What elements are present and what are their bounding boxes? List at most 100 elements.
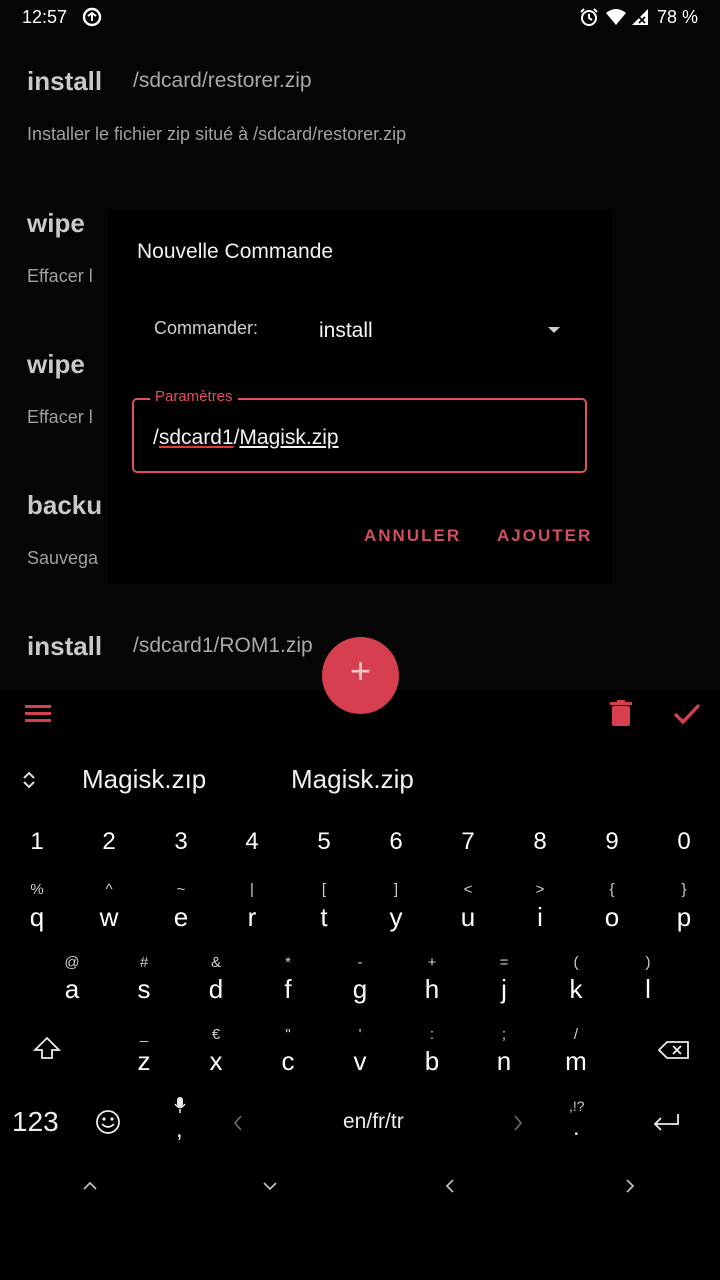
cancel-button[interactable]: ANNULER — [364, 526, 461, 546]
status-time: 12:57 — [22, 7, 68, 27]
key-2[interactable]: 2 — [79, 828, 139, 856]
key-i[interactable]: i — [510, 902, 570, 933]
key-8[interactable]: 8 — [510, 828, 570, 856]
key-k[interactable]: k — [546, 974, 606, 1005]
comma-key[interactable]: , — [176, 1116, 183, 1144]
nav-forward-icon[interactable] — [620, 1176, 640, 1196]
shift-icon[interactable] — [33, 1036, 61, 1060]
key-5[interactable]: 5 — [294, 828, 354, 856]
key-hint: { — [609, 881, 615, 898]
add-button[interactable]: AJOUTER — [497, 526, 592, 546]
key-hint: ; — [501, 1026, 507, 1043]
list-item-command[interactable]: install — [27, 631, 102, 662]
symbols-key[interactable]: 123 — [12, 1106, 59, 1138]
key-hint: = — [499, 954, 509, 971]
wifi-icon — [606, 9, 626, 25]
key-n[interactable]: n — [474, 1046, 534, 1077]
suggestion-2[interactable]: Magisk.zip — [291, 764, 414, 795]
key-hint: € — [211, 1026, 221, 1043]
key-7[interactable]: 7 — [438, 828, 498, 856]
key-hint: + — [427, 954, 437, 971]
cursor-right-icon[interactable] — [512, 1114, 524, 1132]
key-hint: < — [463, 881, 473, 898]
key-y[interactable]: y — [366, 902, 426, 933]
vpn-icon — [82, 7, 102, 27]
emoji-icon[interactable] — [95, 1109, 121, 1135]
list-item-command[interactable]: wipe — [27, 349, 85, 380]
key-e[interactable]: e — [151, 902, 211, 933]
nav-back-icon[interactable] — [440, 1176, 460, 1196]
key-h[interactable]: h — [402, 974, 462, 1005]
key-1[interactable]: 1 — [7, 828, 67, 856]
hide-keyboard-icon[interactable] — [260, 1176, 280, 1196]
list-item-param[interactable]: /sdcard/restorer.zip — [133, 69, 312, 93]
battery-level: 78 % — [656, 7, 698, 27]
key-z[interactable]: z — [114, 1046, 174, 1077]
plus-icon: + — [349, 650, 372, 691]
signal-icon — [632, 9, 648, 25]
key-hint: * — [285, 954, 291, 971]
key-a[interactable]: a — [42, 974, 102, 1005]
list-item-description: Effacer l — [27, 266, 93, 286]
key-r[interactable]: r — [222, 902, 282, 933]
expand-suggestions-icon[interactable] — [21, 770, 37, 790]
dropdown-arrow-icon — [548, 327, 560, 333]
period-hint: ,!? — [569, 1098, 585, 1114]
key-hint: ) — [645, 954, 651, 971]
param-segment-2: Magisk.zip — [239, 426, 339, 449]
key-6[interactable]: 6 — [366, 828, 426, 856]
list-item-command[interactable]: install — [27, 66, 102, 97]
key-hint: ' — [358, 1026, 362, 1043]
list-item-command[interactable]: wipe — [27, 208, 85, 239]
check-icon[interactable] — [673, 703, 701, 725]
command-label: Commander: — [154, 318, 259, 338]
key-hint: > — [535, 881, 545, 898]
key-hint: @ — [64, 954, 80, 971]
key-f[interactable]: f — [258, 974, 318, 1005]
parameters-field[interactable]: Paramètres /sdcard1/Magisk.zip — [132, 388, 587, 473]
period-key[interactable]: . — [573, 1114, 580, 1142]
cursor-left-icon[interactable] — [232, 1114, 244, 1132]
key-t[interactable]: t — [294, 902, 354, 933]
delete-icon[interactable] — [610, 700, 632, 726]
key-3[interactable]: 3 — [151, 828, 211, 856]
command-select[interactable]: install — [319, 313, 569, 347]
keyboard-up-icon[interactable] — [80, 1176, 100, 1196]
key-o[interactable]: o — [582, 902, 642, 933]
key-0[interactable]: 0 — [654, 828, 714, 856]
list-item-param[interactable]: /sdcard1/ROM1.zip — [133, 634, 313, 658]
key-hint: " — [285, 1026, 291, 1043]
add-command-fab[interactable]: + — [322, 637, 399, 714]
space-key[interactable]: en/fr/tr — [343, 1110, 404, 1134]
key-l[interactable]: l — [618, 974, 678, 1005]
key-hint: : — [429, 1026, 435, 1043]
key-m[interactable]: m — [546, 1046, 606, 1077]
key-hint: # — [139, 954, 149, 971]
list-item-command[interactable]: backu — [27, 490, 102, 521]
key-c[interactable]: c — [258, 1046, 318, 1077]
suggestion-1[interactable]: Magisk.zıp — [82, 764, 206, 795]
key-p[interactable]: p — [654, 902, 714, 933]
key-hint: _ — [139, 1026, 149, 1043]
key-g[interactable]: g — [330, 974, 390, 1005]
new-command-dialog: Nouvelle Commande Commander: install Par… — [108, 210, 612, 584]
keyboard: Magisk.zıp Magisk.zip 1 2 3 4 5 6 7 8 9 … — [0, 748, 720, 1280]
enter-icon[interactable] — [651, 1112, 681, 1132]
backspace-icon[interactable] — [658, 1040, 690, 1060]
key-v[interactable]: v — [330, 1046, 390, 1077]
key-x[interactable]: x — [186, 1046, 246, 1077]
key-w[interactable]: w — [79, 902, 139, 933]
key-b[interactable]: b — [402, 1046, 462, 1077]
key-hint: | — [250, 881, 254, 898]
key-q[interactable]: q — [7, 902, 67, 933]
key-9[interactable]: 9 — [582, 828, 642, 856]
key-hint: ^ — [105, 881, 113, 898]
key-u[interactable]: u — [438, 902, 498, 933]
key-s[interactable]: s — [114, 974, 174, 1005]
key-hint: [ — [321, 881, 327, 898]
key-4[interactable]: 4 — [222, 828, 282, 856]
parameters-input[interactable]: /sdcard1/Magisk.zip — [153, 426, 553, 450]
key-j[interactable]: j — [474, 974, 534, 1005]
menu-icon[interactable] — [25, 703, 51, 723]
key-d[interactable]: d — [186, 974, 246, 1005]
